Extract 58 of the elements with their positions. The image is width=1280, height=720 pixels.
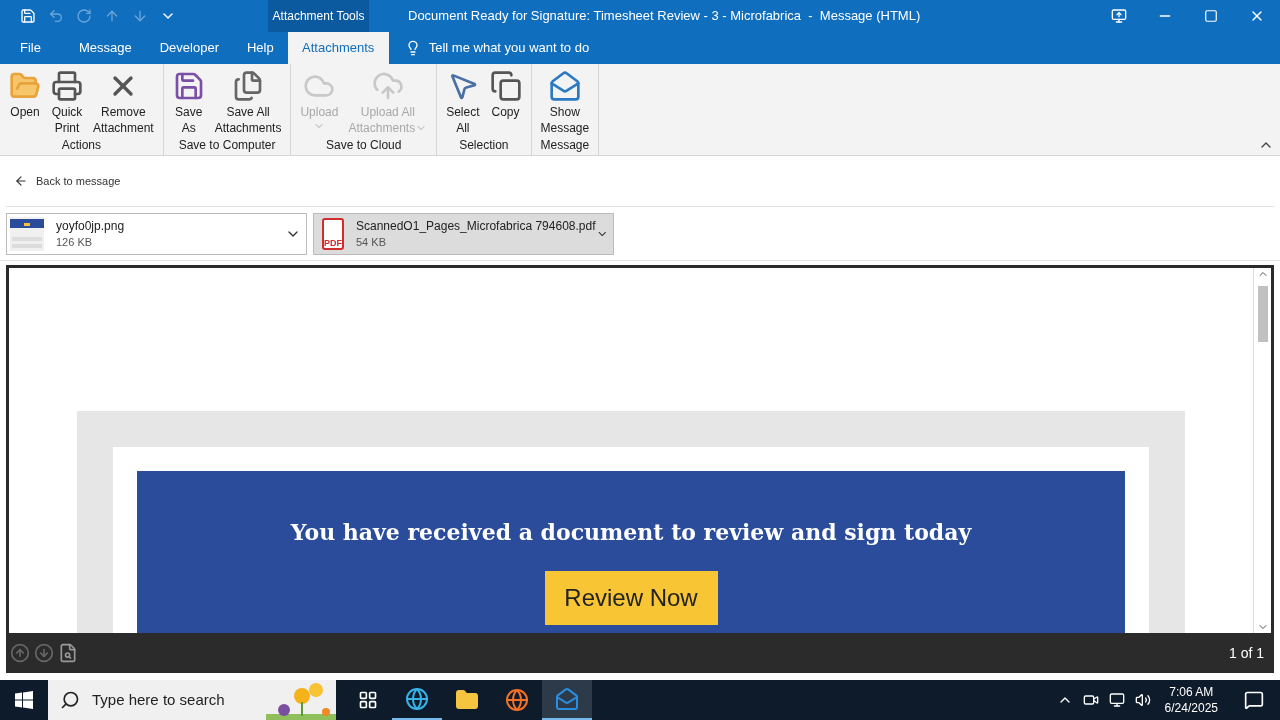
ribbon-button[interactable]: Select All: [441, 70, 485, 136]
page-count: 1 of 1: [1228, 643, 1265, 663]
group-label: Selection: [459, 137, 509, 154]
find-icon[interactable]: [58, 643, 78, 663]
group-label: Save to Computer: [178, 137, 276, 154]
network-icon[interactable]: [1108, 692, 1125, 708]
attachment-size: 126 KB: [56, 234, 94, 250]
ribbon-display-options-icon[interactable]: [1111, 8, 1127, 24]
windows-logo-icon[interactable]: [15, 691, 33, 709]
clock-time[interactable]: 7:06 AM: [1169, 684, 1214, 700]
cloud-icon: [371, 70, 404, 102]
ribbon-tab[interactable]: Attachments: [287, 32, 389, 64]
restore-icon[interactable]: [1204, 9, 1218, 23]
attachment-size: 54 KB: [356, 234, 387, 250]
group-label: Message: [540, 137, 590, 154]
ribbon-tab[interactable]: Message: [64, 32, 146, 64]
notifications-icon[interactable]: [1244, 690, 1264, 710]
ribbon-button[interactable]: Save All Attachments: [209, 70, 287, 136]
pdf-file-icon: PDF: [322, 217, 344, 250]
folder-icon[interactable]: [455, 688, 479, 712]
ribbon-button[interactable]: Quick Print: [46, 70, 88, 136]
attachment-card[interactable]: PDF ScannedO1_Pages_Microfabrica 794608.pdf 54 KB: [313, 212, 614, 255]
ribbon-tab[interactable]: Help: [232, 32, 288, 64]
attachment-name: ScannedO1_Pages_Microfabrica 794608.pdf: [356, 217, 596, 234]
volume-icon[interactable]: [1134, 692, 1151, 708]
context-tab-group-label: Attachment Tools: [268, 0, 369, 32]
search-icon: [60, 690, 80, 710]
attachment-card[interactable]: yoyfo0jp.png 126 KB: [6, 212, 307, 255]
scroll-thumb[interactable]: [1257, 286, 1268, 342]
ribbon-button[interactable]: Copy: [484, 70, 527, 136]
scrollbar[interactable]: [1253, 268, 1271, 633]
envelope-icon: [548, 70, 581, 102]
next-page-icon[interactable]: [34, 643, 54, 663]
copy-icon: [489, 70, 522, 102]
task-view-icon[interactable]: [358, 690, 378, 710]
camera-icon[interactable]: [1082, 692, 1099, 708]
ribbon-button[interactable]: Save As: [167, 70, 210, 136]
attachment-name: yoyfo0jp.png: [56, 217, 126, 234]
previous-page-icon[interactable]: [10, 643, 30, 663]
group-label: Actions: [61, 137, 102, 154]
clock-date[interactable]: 6/24/2025: [1164, 700, 1218, 716]
group-label: Save to Cloud: [326, 137, 402, 154]
ribbon-button[interactable]: Show Message: [535, 70, 595, 136]
browser-icon[interactable]: [505, 688, 529, 712]
review-now-button[interactable]: Review Now: [544, 571, 718, 625]
ribbon-tab[interactable]: Developer: [145, 32, 233, 64]
printer-icon: [51, 70, 83, 102]
tell-me-field[interactable]: Tell me what you want to do: [428, 38, 590, 58]
banner-heading: You have received a document to review and sign today: [290, 518, 972, 547]
ribbon-tab[interactable]: File: [0, 32, 65, 64]
mail-app-icon[interactable]: [555, 687, 579, 711]
browser-icon[interactable]: [405, 687, 429, 711]
ribbon-button[interactable]: Open: [4, 70, 46, 136]
taskbar-search-field[interactable]: Type here to search: [48, 680, 336, 720]
back-link[interactable]: Back to message: [6, 172, 121, 190]
save-icon[interactable]: [20, 8, 36, 24]
window-title: Document Ready for Signature: Timesheet Review - 3 - Microfabrica - Message (HTML): [407, 7, 922, 26]
ribbon-button[interactable]: Remove Attachment: [88, 70, 159, 136]
